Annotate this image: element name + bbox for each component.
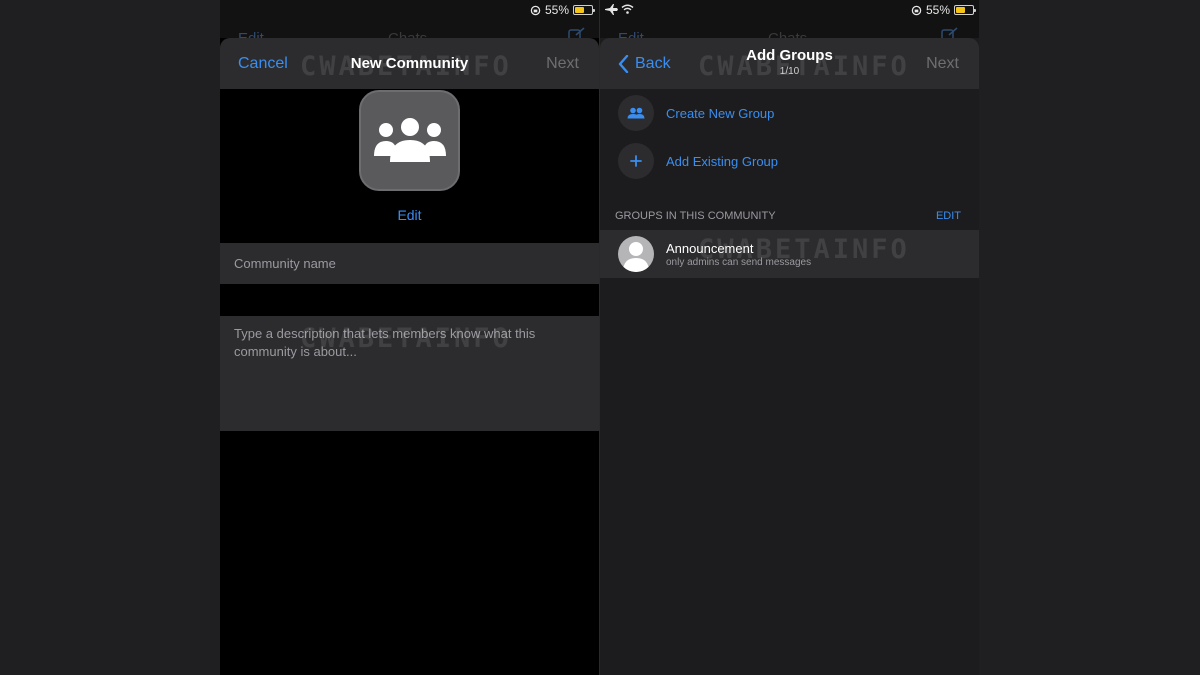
community-name-field[interactable]: Community name [220,243,599,284]
create-new-group-button[interactable]: Create New Group [618,95,774,131]
next-button[interactable]: Next [926,55,959,73]
group-icon [618,95,654,131]
status-bar: Edit Chats 55% [220,0,599,47]
battery-icon [954,5,977,15]
orientation-lock-icon [530,5,541,15]
add-groups-panel: Edit Chats 55% Back Add Groups [599,0,979,675]
list-item[interactable]: Announcement only admins can send messag… [600,230,979,278]
new-community-panel: Edit Chats 55% Cancel New Community Next… [220,0,599,675]
add-existing-group-button[interactable]: Add Existing Group [618,143,778,179]
section-title: GROUPS IN THIS COMMUNITY [615,210,776,222]
airplane-icon [605,4,618,15]
group-text: Announcement only admins can send messag… [666,241,811,268]
community-photo[interactable] [359,90,460,191]
status-indicators: 55% [911,3,977,17]
battery-percent: 55% [545,3,570,17]
groups-section-header: GROUPS IN THIS COMMUNITY EDIT [615,210,961,222]
person-avatar-icon [618,236,654,272]
page-title: Add Groups [746,47,833,64]
wifi-icon [621,4,634,14]
community-name-placeholder: Community name [234,256,336,271]
battery-icon [573,5,596,15]
battery-percent: 55% [926,3,951,17]
add-existing-group-label: Add Existing Group [666,153,779,169]
community-people-icon [373,117,446,162]
page-title: New Community [350,55,469,72]
navbar: Back Add Groups 1/10 Next CWABETAINFO [600,38,979,89]
next-button[interactable]: Next [546,55,579,73]
orientation-lock-icon [911,5,922,15]
add-groups-sheet: Back Add Groups 1/10 Next CWABETAINFO Cr… [600,38,979,675]
description-placeholder: Type a description that lets members kno… [234,326,536,359]
navbar: Cancel New Community Next CWABETAINFO [220,38,599,89]
group-subtitle: only admins can send messages [666,256,812,268]
plus-icon [618,143,654,179]
group-count: 1/10 [779,66,800,77]
page-title-block: Add Groups 1/10 [600,47,979,77]
community-description-field[interactable]: Type a description that lets members kno… [220,316,599,431]
status-indicators: 55% [530,3,596,17]
edit-photo-button[interactable]: Edit [220,207,599,223]
edit-groups-button[interactable]: EDIT [936,210,961,222]
group-title: Announcement [666,240,754,256]
new-community-sheet: Cancel New Community Next CWABETAINFO Ed… [220,38,599,675]
create-new-group-label: Create New Group [666,105,775,121]
status-bar: Edit Chats 55% [600,0,979,47]
